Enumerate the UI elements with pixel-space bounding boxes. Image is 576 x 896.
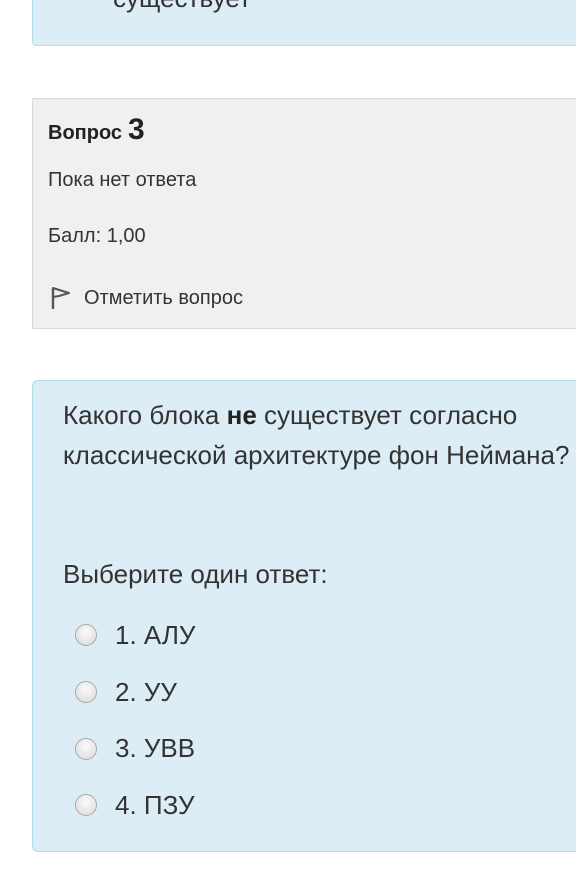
question-label: Вопрос <box>48 122 123 144</box>
answer-option-3[interactable]: 3. УВВ <box>75 720 195 777</box>
answer-option-2[interactable]: 2. УУ <box>75 664 195 721</box>
answer-prompt: Выберите один ответ: <box>63 559 328 589</box>
answer-option-1[interactable]: 1. АЛУ <box>75 607 195 664</box>
previous-question-content: существует <box>32 0 576 46</box>
flag-icon <box>48 279 84 317</box>
question-text: Какого блока не существует согласно клас… <box>63 395 576 475</box>
question-text-start: Какого блока <box>63 400 227 430</box>
radio-button[interactable] <box>75 681 97 704</box>
question-number-heading: Вопрос 3 <box>48 113 145 147</box>
question-info-panel: Вопрос 3 Пока нет ответа Балл: 1,00 Отмет… <box>32 98 576 329</box>
answer-label: 2. УУ <box>115 676 177 707</box>
question-state: Пока нет ответа <box>48 169 197 191</box>
answer-option-4[interactable]: 4. ПЗУ <box>75 777 195 834</box>
question-text-emphasis: не <box>226 400 257 430</box>
radio-button[interactable] <box>75 737 97 760</box>
flag-question-link[interactable]: Отметить вопрос <box>48 279 243 317</box>
quiz-page: существует Вопрос3 Пока нет ответа Балл:… <box>0 0 576 896</box>
question-grade: Балл: 1,00 <box>48 225 146 247</box>
answer-label: 1. АЛУ <box>115 619 196 650</box>
question-number: 3 <box>128 113 145 146</box>
answer-label: 3. УВВ <box>115 733 196 764</box>
radio-button[interactable] <box>75 794 97 817</box>
radio-button[interactable] <box>75 624 97 647</box>
flag-question-label: Отметить вопрос <box>84 286 243 309</box>
answer-list: 1. АЛУ 2. УУ 3. УВВ 4. ПЗУ <box>75 607 195 834</box>
answer-label: 4. ПЗУ <box>115 789 195 820</box>
question-content-panel: Какого блока не существует согласно клас… <box>32 380 576 852</box>
previous-question-text: существует <box>113 0 251 11</box>
